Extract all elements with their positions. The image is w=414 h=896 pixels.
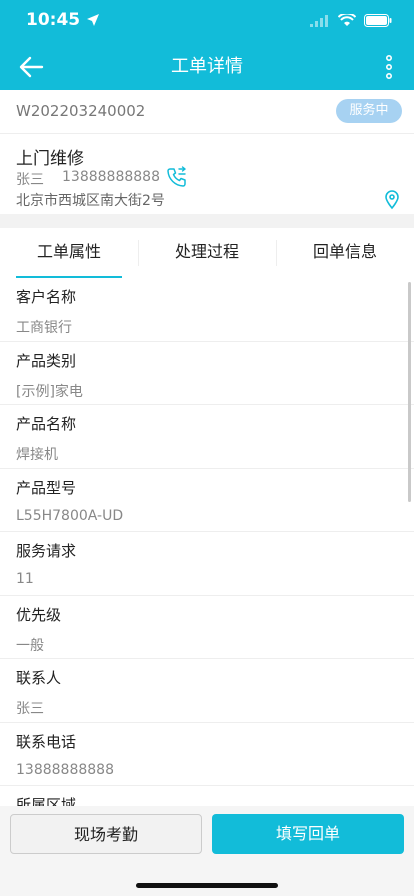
field-customer-name: 客户名称 工商银行 [0, 278, 414, 342]
status-icons [310, 14, 392, 27]
status-bar: 10:45 [0, 10, 414, 36]
field-value: 工商银行 [16, 320, 72, 336]
field-priority: 优先级 一般 [0, 596, 414, 659]
tab-receipt-info[interactable]: 回单信息 [276, 228, 414, 278]
tab-process[interactable]: 处理过程 [138, 228, 276, 278]
top-bar: 10:45 工单详情 [0, 0, 414, 100]
phone-call-icon[interactable] [166, 166, 188, 188]
navbar: 工单详情 [0, 44, 414, 88]
field-product-category: 产品类别 [示例]家电 [0, 342, 414, 405]
address: 北京市西城区南大街2号 [16, 193, 165, 209]
wifi-icon [338, 14, 356, 26]
page-title: 工单详情 [171, 56, 243, 77]
field-value: 焊接机 [16, 447, 58, 463]
location-pin-icon[interactable] [384, 190, 400, 210]
field-value: 13888888888 [16, 761, 114, 778]
status-badge: 服务中 [336, 99, 402, 123]
field-product-name: 产品名称 焊接机 [0, 405, 414, 469]
service-type: 上门维修 [16, 149, 84, 169]
field-contact-person: 联系人 张三 [0, 659, 414, 723]
signal-icon [310, 14, 328, 27]
fill-receipt-button[interactable]: 填写回单 [212, 814, 404, 854]
order-summary-card: W202203240002 服务中 上门维修 张三 13888888888 北京… [0, 90, 414, 214]
scrollbar[interactable] [408, 282, 411, 502]
location-arrow-icon [87, 14, 100, 26]
field-label: 服务请求 [16, 542, 77, 560]
field-region: 所属区域 [0, 786, 414, 806]
field-value: L55H7800A-UD [16, 507, 124, 524]
field-label: 产品名称 [16, 415, 77, 433]
field-contact-phone: 联系电话 13888888888 [0, 723, 414, 786]
field-value: 张三 [16, 701, 44, 717]
field-label: 联系人 [16, 669, 62, 687]
field-label: 产品类别 [16, 351, 77, 370]
field-product-model: 产品型号 L55H7800A-UD [0, 469, 414, 532]
field-value: [示例]家电 [16, 383, 83, 400]
battery-icon [364, 14, 392, 27]
field-label: 联系电话 [16, 732, 77, 751]
field-label: 产品型号 [16, 478, 77, 497]
field-label: 优先级 [16, 605, 62, 624]
field-value: 一般 [16, 637, 44, 654]
home-indicator[interactable] [136, 883, 278, 888]
more-vertical-icon[interactable] [384, 54, 394, 80]
field-service-request: 服务请求 11 [0, 532, 414, 596]
contact-name: 张三 [16, 172, 44, 188]
contact-phone: 13888888888 [62, 169, 160, 185]
field-label: 客户名称 [16, 288, 77, 306]
bottom-action-bar: 现场考勤 填写回单 [0, 806, 414, 896]
attribute-list[interactable]: 客户名称 工商银行 产品类别 [示例]家电 产品名称 焊接机 产品型号 L55H… [0, 278, 414, 806]
divider [0, 133, 414, 134]
time-text: 10:45 [26, 10, 81, 30]
field-value: 11 [16, 571, 34, 587]
tab-order-attributes[interactable]: 工单属性 [0, 228, 138, 278]
attendance-button[interactable]: 现场考勤 [10, 814, 202, 854]
status-time: 10:45 [26, 10, 100, 30]
order-number: W202203240002 [16, 102, 146, 120]
tab-bar: 工单属性 处理过程 回单信息 [0, 228, 414, 278]
field-label: 所属区域 [16, 796, 77, 806]
